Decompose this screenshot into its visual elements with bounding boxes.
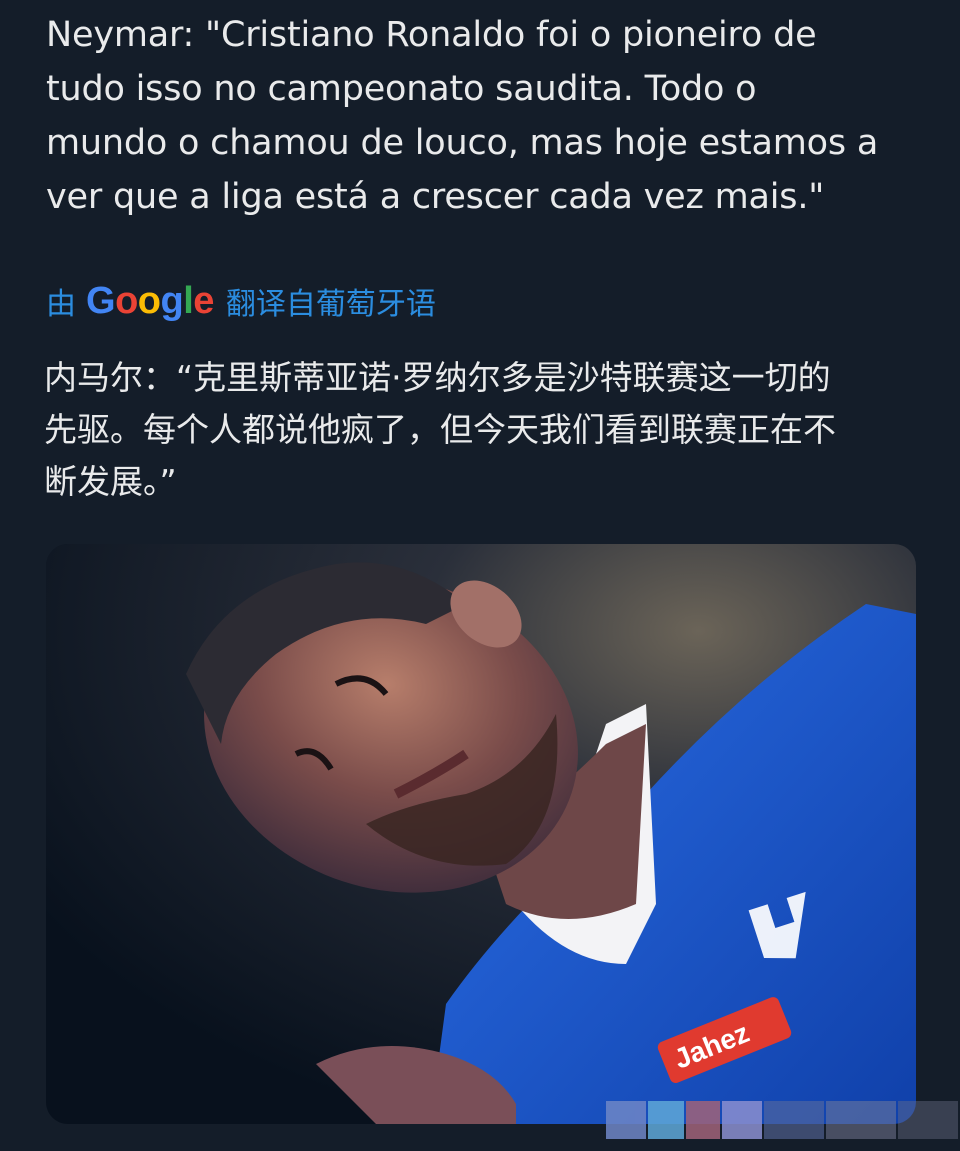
tweet-photo[interactable]: Jahez: [46, 544, 916, 1124]
translated-from-label: 翻译自葡萄牙语: [225, 287, 436, 322]
translated-by-prefix: 由: [46, 287, 76, 322]
watermark-block: [648, 1101, 684, 1139]
watermark-block: [606, 1101, 646, 1139]
watermark: [606, 1100, 958, 1140]
watermark-block: [764, 1101, 824, 1139]
tweet-text-line: mundo o chamou de louco, mas hoje estamo…: [46, 123, 879, 163]
tweet-text-line: Neymar: "Cristiano Ronaldo foi o pioneir…: [46, 15, 817, 55]
translated-text: 内马尔：“克里斯蒂亚诺·罗纳尔多是沙特联赛这一切的 先驱。每个人都说他疯了，但今…: [44, 352, 924, 508]
tweet-text-line: ver que a liga está a crescer cada vez m…: [46, 177, 825, 217]
player-photo: Jahez: [46, 544, 916, 1124]
watermark-block: [686, 1101, 720, 1139]
translated-by-google-link[interactable]: 由 Google 翻译自葡萄牙语: [46, 276, 436, 326]
watermark-block: [898, 1101, 958, 1139]
google-logo: Google: [86, 279, 214, 322]
watermark-block: [826, 1101, 896, 1139]
tweet-text-line: tudo isso no campeonato saudita. Todo o: [46, 69, 757, 109]
watermark-block: [722, 1101, 762, 1139]
translated-text-line: 断发展。”: [44, 462, 177, 501]
translated-text-line: 内马尔：“克里斯蒂亚诺·罗纳尔多是沙特联赛这一切的: [44, 358, 831, 397]
tweet-text: Neymar: "Cristiano Ronaldo foi o pioneir…: [46, 8, 926, 224]
translated-text-line: 先驱。每个人都说他疯了，但今天我们看到联赛正在不: [44, 410, 836, 449]
